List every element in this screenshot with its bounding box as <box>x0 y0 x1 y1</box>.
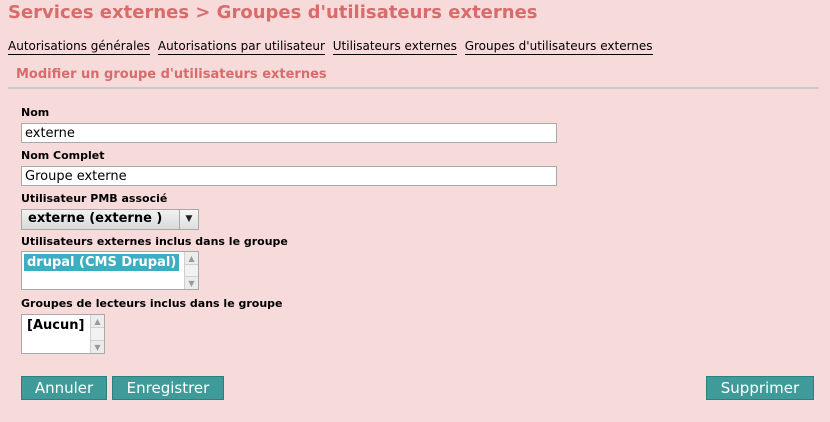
tab-groupes-utilisateurs-externes[interactable]: Groupes d'utilisateurs externes <box>464 39 653 55</box>
tab-autorisations-par-utilisateur[interactable]: Autorisations par utilisateur <box>157 39 325 55</box>
nom-complet-input[interactable] <box>21 166 557 186</box>
list-item[interactable]: [Aucun] <box>24 317 87 334</box>
annuler-button[interactable]: Annuler <box>21 376 107 400</box>
utilisateur-pmb-value: externe (externe ) <box>28 211 163 226</box>
page-title: Services externes > Groupes d'utilisateu… <box>8 2 538 23</box>
utilisateur-pmb-select[interactable]: externe (externe ) ▼ <box>21 209 199 230</box>
arrow-down-icon[interactable]: ▼ <box>185 276 198 289</box>
nom-complet-label: Nom Complet <box>21 149 105 162</box>
nom-input[interactable] <box>21 123 557 143</box>
tab-bar: Autorisations générales Autorisations pa… <box>8 39 657 55</box>
section-title: Modifier un groupe d'utilisateurs extern… <box>16 67 327 82</box>
scrollbar[interactable]: ▲ ▼ <box>184 252 198 289</box>
nom-label: Nom <box>21 106 50 119</box>
list-item[interactable]: drupal (CMS Drupal) <box>24 254 180 271</box>
section-divider <box>8 87 819 89</box>
utilisateurs-externes-label: Utilisateurs externes inclus dans le gro… <box>21 235 288 248</box>
scrollbar[interactable]: ▲ ▼ <box>90 315 104 353</box>
tab-utilisateurs-externes[interactable]: Utilisateurs externes <box>332 39 457 55</box>
utilisateur-pmb-label: Utilisateur PMB associé <box>21 192 168 205</box>
chevron-down-icon[interactable]: ▼ <box>179 210 198 229</box>
groupes-lecteurs-label: Groupes de lecteurs inclus dans le group… <box>21 297 283 310</box>
groupes-lecteurs-list[interactable]: [Aucun] ▲ ▼ <box>21 314 105 354</box>
tab-autorisations-generales[interactable]: Autorisations générales <box>8 39 151 55</box>
arrow-down-icon[interactable]: ▼ <box>91 340 104 353</box>
arrow-up-icon[interactable]: ▲ <box>91 315 104 328</box>
utilisateurs-externes-list[interactable]: drupal (CMS Drupal) ▲ ▼ <box>21 251 199 290</box>
supprimer-button[interactable]: Supprimer <box>706 376 814 400</box>
arrow-up-icon[interactable]: ▲ <box>185 252 198 265</box>
enregistrer-button[interactable]: Enregistrer <box>112 376 224 400</box>
